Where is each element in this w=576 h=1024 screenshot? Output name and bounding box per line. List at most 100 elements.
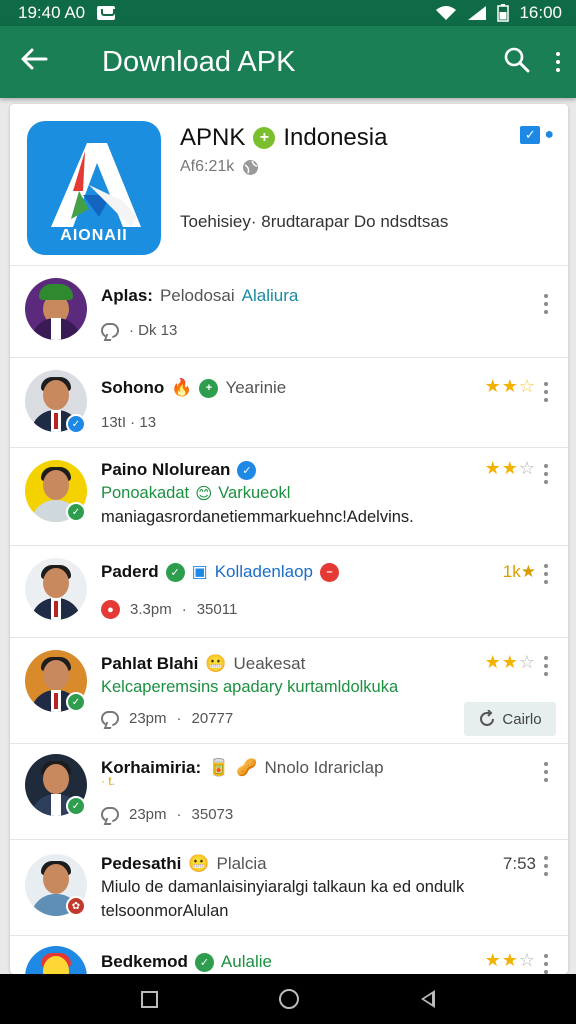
- row-tag: Ueakesat: [233, 654, 306, 673]
- verified-icon: ✓: [194, 952, 214, 972]
- row-more-icon[interactable]: [544, 382, 548, 402]
- verified-icon: ✓: [66, 502, 86, 522]
- row-text-b: Varkueokl: [218, 484, 291, 502]
- list-item[interactable]: Aplas: Pelodosai Alaliura · Dk 13: [10, 266, 568, 358]
- row-time: 7:53: [502, 854, 536, 873]
- row-meta: 23pm · 35073: [101, 806, 233, 823]
- row-title: Korhaimiria: 🥫 🥜 Nnolo Idrariclap: [101, 758, 384, 778]
- row-text: Miulo de damanlaisinyiaralgi talkaun ka …: [101, 878, 465, 896]
- content-card: AIONAII APNK + Indonesia Af6:21k Toehisi…: [10, 104, 568, 974]
- list-item[interactable]: ✓ Paino Nlolurean ✓ Ponoakadat 😊 Varkueo…: [10, 448, 568, 546]
- app-name: APNK + Indonesia: [180, 124, 387, 152]
- comment-icon[interactable]: [101, 323, 119, 338]
- row-text: Kelcaperemsins apadary kurtamldolkuka: [101, 678, 399, 696]
- user-name: Pedesathi: [101, 854, 182, 873]
- row-meta-num: 20777: [191, 710, 234, 727]
- user-name: Sohono: [101, 378, 165, 397]
- verified-icon: ✓: [237, 460, 257, 480]
- share-button[interactable]: Cairlo: [464, 702, 556, 736]
- row-body: telsoonmorAlulan: [101, 902, 229, 920]
- share-button-label: Cairlo: [502, 710, 542, 728]
- star-rating: ★★☆: [484, 950, 536, 970]
- row-meta-time: 23pm: [129, 806, 167, 823]
- list-item[interactable]: ✓ Korhaimiria: 🥫 🥜 Nnolo Idrariclap · t.…: [10, 744, 568, 840]
- app-bar: Download APK: [0, 26, 576, 98]
- app-header: AIONAII APNK + Indonesia Af6:21k Toehisi…: [10, 104, 568, 266]
- row-meta: 23pm · 20777: [101, 710, 233, 727]
- emoji-icon: 😬: [188, 854, 210, 873]
- star-rating: ★★☆: [484, 652, 536, 672]
- status-bar: 19:40 A0 16:00: [0, 0, 576, 26]
- user-name: Korhaimiria:: [101, 758, 202, 777]
- navigation-bar: [0, 974, 576, 1024]
- recents-icon[interactable]: [140, 990, 158, 1008]
- share-icon: [480, 710, 495, 726]
- search-icon[interactable]: [504, 47, 530, 78]
- emoji-icon: 😬: [205, 654, 227, 673]
- more-vert-icon[interactable]: [556, 52, 560, 72]
- page-title: Download APK: [102, 45, 296, 78]
- list-item[interactable]: ✿ Pedesathi 😬 Plalcia Miulo de damanlais…: [10, 840, 568, 936]
- verified-icon: +: [199, 378, 219, 398]
- list-item[interactable]: ✓ Pahlat Blahi 😬 Ueakesat Kelcaperemsins…: [10, 638, 568, 744]
- list-item[interactable]: Paderd ✓ ▣ Kolladenlaop – ● 3.3pm · 3501…: [10, 546, 568, 638]
- signal-icon: [468, 6, 487, 20]
- fire-icon: 🔥: [171, 378, 193, 397]
- row-more-icon[interactable]: [544, 294, 548, 314]
- row-more-icon[interactable]: [544, 762, 548, 782]
- row-meta-text: · Dk 13: [129, 322, 178, 339]
- row-tag: Aulalie: [220, 952, 272, 971]
- live-icon: ●: [101, 600, 120, 619]
- back-icon[interactable]: [421, 990, 436, 1008]
- row-title: Pedesathi 😬 Plalcia: [101, 854, 267, 874]
- verified-icon: ✓: [165, 562, 185, 582]
- app-logo-label: AIONAII: [60, 227, 128, 244]
- row-title: Aplas: Pelodosai Alaliura: [101, 286, 298, 306]
- row-more-icon[interactable]: [544, 564, 548, 584]
- comment-icon[interactable]: [101, 807, 119, 822]
- globe-icon: [243, 159, 259, 175]
- list-item[interactable]: Bedkemod ✓ Aulalie ★★☆: [10, 936, 568, 974]
- star-rating: ★★☆: [484, 376, 536, 396]
- comment-icon[interactable]: [101, 711, 119, 726]
- verified-badge[interactable]: ✓ ●: [520, 126, 554, 144]
- app-logo[interactable]: AIONAII: [27, 121, 161, 255]
- row-more-icon[interactable]: [544, 464, 548, 484]
- storage-icon: 🥫: [208, 758, 230, 777]
- user-name: Paderd: [101, 562, 159, 581]
- row-meta-num: 35011: [196, 601, 238, 618]
- list-item[interactable]: ✓ Sohono 🔥 + Yearinie 13tI · 13 ★★☆: [10, 358, 568, 448]
- verified-icon: ✓: [66, 692, 86, 712]
- row-tag: Pelodosai: [159, 286, 235, 305]
- app-description: Toehisiey· 8rudtarapar Do ndsdtsas: [180, 212, 449, 231]
- wifi-icon: [436, 6, 457, 20]
- row-title: Sohono 🔥 + Yearinie: [101, 378, 286, 398]
- app-meta: Af6:21k: [180, 158, 259, 176]
- row-meta-time: 23pm: [129, 710, 167, 727]
- record-icon: –: [320, 562, 340, 582]
- row-more-icon[interactable]: [544, 856, 548, 876]
- bean-icon: 🥜: [236, 758, 258, 777]
- row-meta-text: 13tI · 13: [101, 414, 157, 431]
- row-tag: Yearinie: [225, 378, 287, 397]
- app-meta-text: Af6:21k: [180, 158, 235, 175]
- verified-icon: ✓: [66, 796, 86, 816]
- avatar: [25, 278, 87, 340]
- row-title: Bedkemod ✓ Aulalie: [101, 952, 272, 972]
- smile-icon: 😊: [195, 485, 213, 503]
- battery-icon: [497, 4, 510, 22]
- app-name-text: APNK: [180, 124, 246, 151]
- status-time-left: 19:40 A0: [18, 3, 86, 22]
- row-more-icon[interactable]: [544, 656, 548, 676]
- row-meta: · Dk 13: [101, 322, 177, 339]
- back-arrow-icon[interactable]: [20, 47, 60, 77]
- calendar-icon: ▣: [191, 562, 208, 581]
- row-more-icon[interactable]: [544, 954, 548, 974]
- home-icon[interactable]: [279, 989, 300, 1009]
- status-time-right: 16:00: [519, 3, 562, 22]
- user-name: Pahlat Blahi: [101, 654, 199, 673]
- badge-icon: ✿: [66, 896, 86, 916]
- user-name: Aplas:: [101, 286, 153, 305]
- row-meta: 13tI · 13: [101, 414, 156, 431]
- app-region: Indonesia: [283, 124, 388, 151]
